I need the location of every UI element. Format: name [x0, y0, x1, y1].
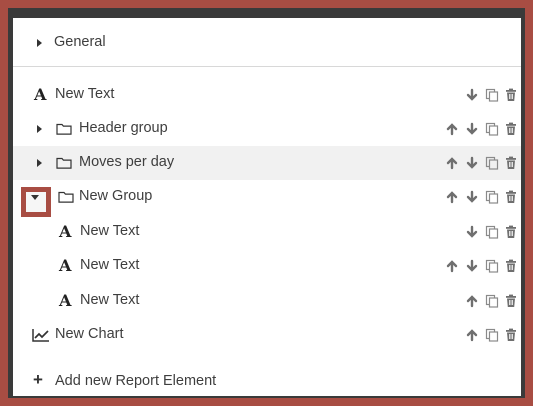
folder-icon [58, 191, 74, 203]
copy-icon[interactable] [484, 258, 500, 274]
row-actions [431, 78, 521, 112]
move-up-icon[interactable] [444, 121, 460, 137]
delete-icon[interactable] [503, 224, 519, 240]
tree-item-label: New Text [55, 86, 115, 102]
text-element-icon: A [59, 256, 72, 275]
caret-down-icon[interactable] [31, 195, 39, 200]
tree-item-label: New Text [80, 223, 140, 239]
tree-item-new-chart[interactable]: New Chart [13, 318, 521, 352]
tree-item-header-group[interactable]: Header group [13, 112, 521, 146]
delete-icon[interactable] [503, 258, 519, 274]
row-actions [431, 215, 521, 249]
report-elements-panel: General A New Text Header group Moves pe… [13, 18, 521, 396]
add-report-element-button[interactable]: + Add new Report Element [13, 364, 521, 396]
caret-right-icon[interactable] [37, 39, 42, 47]
copy-icon[interactable] [484, 121, 500, 137]
caret-right-icon[interactable] [37, 159, 42, 167]
text-element-icon: A [34, 85, 47, 104]
delete-icon[interactable] [503, 293, 519, 309]
move-up-icon[interactable] [464, 293, 480, 309]
row-actions [431, 318, 521, 352]
tree-item-new-text-child-3[interactable]: A New Text [13, 284, 521, 318]
delete-icon[interactable] [503, 155, 519, 171]
copy-icon[interactable] [484, 293, 500, 309]
tree-item-new-text-child-2[interactable]: A New Text [13, 249, 521, 283]
move-up-icon[interactable] [464, 327, 480, 343]
delete-icon[interactable] [503, 87, 519, 103]
tree-item-label: New Chart [55, 326, 124, 342]
move-down-icon[interactable] [464, 87, 480, 103]
row-actions [431, 146, 521, 180]
row-actions [431, 284, 521, 318]
move-down-icon[interactable] [464, 189, 480, 205]
tree-item-moves-per-day[interactable]: Moves per day [13, 146, 521, 180]
tree-item-label: New Text [80, 257, 140, 273]
general-section[interactable]: General [13, 26, 521, 60]
delete-icon[interactable] [503, 189, 519, 205]
move-down-icon[interactable] [464, 258, 480, 274]
tree-item-label: Moves per day [79, 154, 175, 170]
tree-item-new-group[interactable]: New Group [13, 180, 521, 214]
delete-icon[interactable] [503, 121, 519, 137]
move-up-icon[interactable] [444, 155, 460, 171]
copy-icon[interactable] [484, 224, 500, 240]
copy-icon[interactable] [484, 155, 500, 171]
move-up-icon[interactable] [444, 258, 460, 274]
move-down-icon[interactable] [464, 121, 480, 137]
row-actions [431, 249, 521, 283]
text-element-icon: A [59, 291, 72, 310]
tree-item-new-text-child-1[interactable]: A New Text [13, 215, 521, 249]
move-up-icon[interactable] [444, 189, 460, 205]
move-down-icon[interactable] [464, 224, 480, 240]
divider [13, 66, 521, 67]
folder-icon [56, 123, 72, 135]
tree-item-new-text-1[interactable]: A New Text [13, 78, 521, 112]
plus-icon: + [33, 370, 43, 389]
text-element-icon: A [59, 222, 72, 241]
add-report-element-label: Add new Report Element [55, 373, 217, 389]
copy-icon[interactable] [484, 327, 500, 343]
tree-item-label: New Group [79, 188, 153, 204]
move-down-icon[interactable] [464, 155, 480, 171]
row-actions [431, 180, 521, 214]
row-actions [431, 112, 521, 146]
copy-icon[interactable] [484, 189, 500, 205]
line-chart-icon [32, 329, 49, 342]
folder-icon [56, 157, 72, 169]
caret-right-icon[interactable] [37, 125, 42, 133]
delete-icon[interactable] [503, 327, 519, 343]
general-label: General [54, 34, 106, 50]
copy-icon[interactable] [484, 87, 500, 103]
tree-item-label: New Text [80, 292, 140, 308]
tree-item-label: Header group [79, 120, 168, 136]
